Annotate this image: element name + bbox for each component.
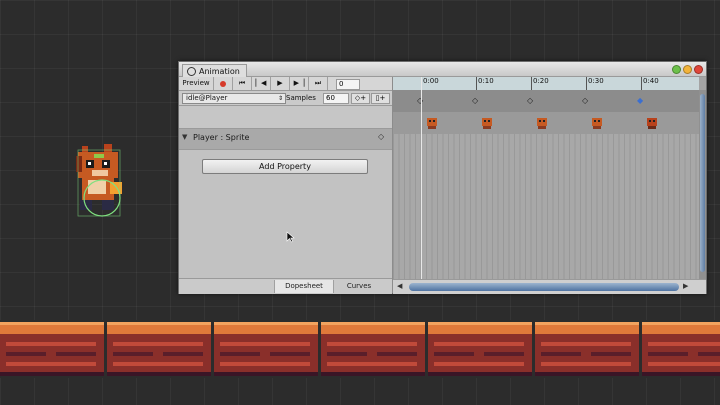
animation-tab[interactable]: Animation <box>182 64 247 78</box>
zoom-window-icon[interactable] <box>672 65 681 74</box>
animation-toolbar: Preview ⏮ ▏◀ ▶ ▶▕ ⏭ 0 <box>179 77 392 91</box>
property-row[interactable]: ▼ Player : Sprite ◇ <box>179 128 392 150</box>
tab-dopesheet[interactable]: Dopesheet <box>274 280 333 293</box>
player-sprite[interactable] <box>68 140 128 220</box>
summary-keyframe-selected-icon[interactable]: ◆ <box>637 96 643 105</box>
add-keyframe-button[interactable]: ◇+ <box>351 93 370 104</box>
ruler-tick: 0:10 <box>476 77 494 90</box>
samples-input[interactable]: 60 <box>323 93 349 104</box>
dropdown-arrow-icon: ⇕ <box>277 95 283 102</box>
play-button[interactable]: ▶ <box>271 77 290 90</box>
sprite-frame-thumbnail[interactable] <box>480 116 494 130</box>
clip-row: idle@Player ⇕ Samples 60 ◇+ ▯+ <box>179 91 392 106</box>
mouse-cursor-icon <box>286 231 295 243</box>
timeline-pane[interactable]: 0:00 0:10 0:20 0:30 0:40 ◇ ◇ ◇ ◇ ◆ ◀ <box>393 77 706 294</box>
summary-keyframe-icon[interactable]: ◇ <box>527 96 533 105</box>
prev-keyframe-button[interactable]: ▏◀ <box>252 77 271 90</box>
window-controls <box>672 65 703 74</box>
record-button[interactable] <box>214 77 233 90</box>
clip-selector[interactable]: idle@Player ⇕ <box>182 93 286 104</box>
view-mode-tabs: Dopesheet Curves <box>179 278 392 294</box>
horizontal-scrollbar[interactable]: ◀ ▶ <box>393 279 706 294</box>
tab-curves[interactable]: Curves <box>333 280 384 293</box>
sprite-frame-thumbnail[interactable] <box>535 116 549 130</box>
animation-left-pane: Preview ⏮ ▏◀ ▶ ▶▕ ⏭ 0 idle@Player ⇕ Samp… <box>179 77 393 294</box>
sprite-frame-thumbnail[interactable] <box>645 116 659 130</box>
property-label: Player : Sprite <box>193 133 250 142</box>
animation-window: Animation Preview ⏮ ▏◀ ▶ ▶▕ ⏭ 0 idle@Pla… <box>178 61 707 294</box>
skip-last-icon: ⏭ <box>314 79 322 87</box>
vertical-scroll-thumb[interactable] <box>700 94 705 272</box>
samples-label: Samples <box>286 94 316 102</box>
ruler-tick: 0:30 <box>586 77 604 90</box>
summary-key-row: ◇ ◇ ◇ ◇ ◆ <box>393 90 699 112</box>
add-keyframe-icon: ◇+ <box>354 94 367 102</box>
record-icon <box>220 80 226 87</box>
ruler-tick: 0:20 <box>531 77 549 90</box>
ground-tiles <box>0 320 720 378</box>
clock-icon <box>187 67 196 76</box>
keyframe-diamond-icon[interactable]: ◇ <box>378 132 384 141</box>
scroll-left-icon[interactable]: ◀ <box>397 282 402 290</box>
next-key-icon: ▶▕ <box>293 79 305 87</box>
ruler-tick: 0:00 <box>421 77 439 90</box>
minimize-window-icon[interactable] <box>683 65 692 74</box>
play-icon: ▶ <box>277 79 283 87</box>
scroll-right-icon[interactable]: ▶ <box>683 282 688 290</box>
add-event-button[interactable]: ▯+ <box>371 93 390 104</box>
window-titlebar[interactable]: Animation <box>179 62 706 78</box>
close-window-icon[interactable] <box>694 65 703 74</box>
playhead-line[interactable] <box>421 77 422 279</box>
events-spacer <box>179 106 392 128</box>
window-title: Animation <box>199 66 240 76</box>
time-ruler[interactable]: 0:00 0:10 0:20 0:30 0:40 <box>393 77 699 90</box>
ruler-tick: 0:40 <box>641 77 659 90</box>
sprite-key-row <box>393 112 699 134</box>
preview-button[interactable]: Preview <box>179 77 214 90</box>
add-property-button[interactable]: Add Property <box>202 159 368 174</box>
dopesheet-lanes[interactable] <box>393 134 699 279</box>
add-event-icon: ▯+ <box>375 94 386 102</box>
summary-keyframe-icon[interactable]: ◇ <box>582 96 588 105</box>
skip-first-icon: ⏮ <box>238 79 246 87</box>
frame-input[interactable]: 0 <box>336 79 360 90</box>
horizontal-scroll-thumb[interactable] <box>409 283 679 291</box>
prev-key-icon: ▏◀ <box>255 79 267 87</box>
sprite-frame-thumbnail[interactable] <box>425 116 439 130</box>
summary-keyframe-icon[interactable]: ◇ <box>472 96 478 105</box>
first-frame-button[interactable]: ⏮ <box>233 77 252 90</box>
clip-name: idle@Player <box>186 94 228 102</box>
last-frame-button[interactable]: ⏭ <box>309 77 328 90</box>
sprite-frame-thumbnail[interactable] <box>590 116 604 130</box>
vertical-scrollbar[interactable] <box>699 90 706 280</box>
next-keyframe-button[interactable]: ▶▕ <box>290 77 309 90</box>
fold-arrow-icon[interactable]: ▼ <box>182 133 187 141</box>
